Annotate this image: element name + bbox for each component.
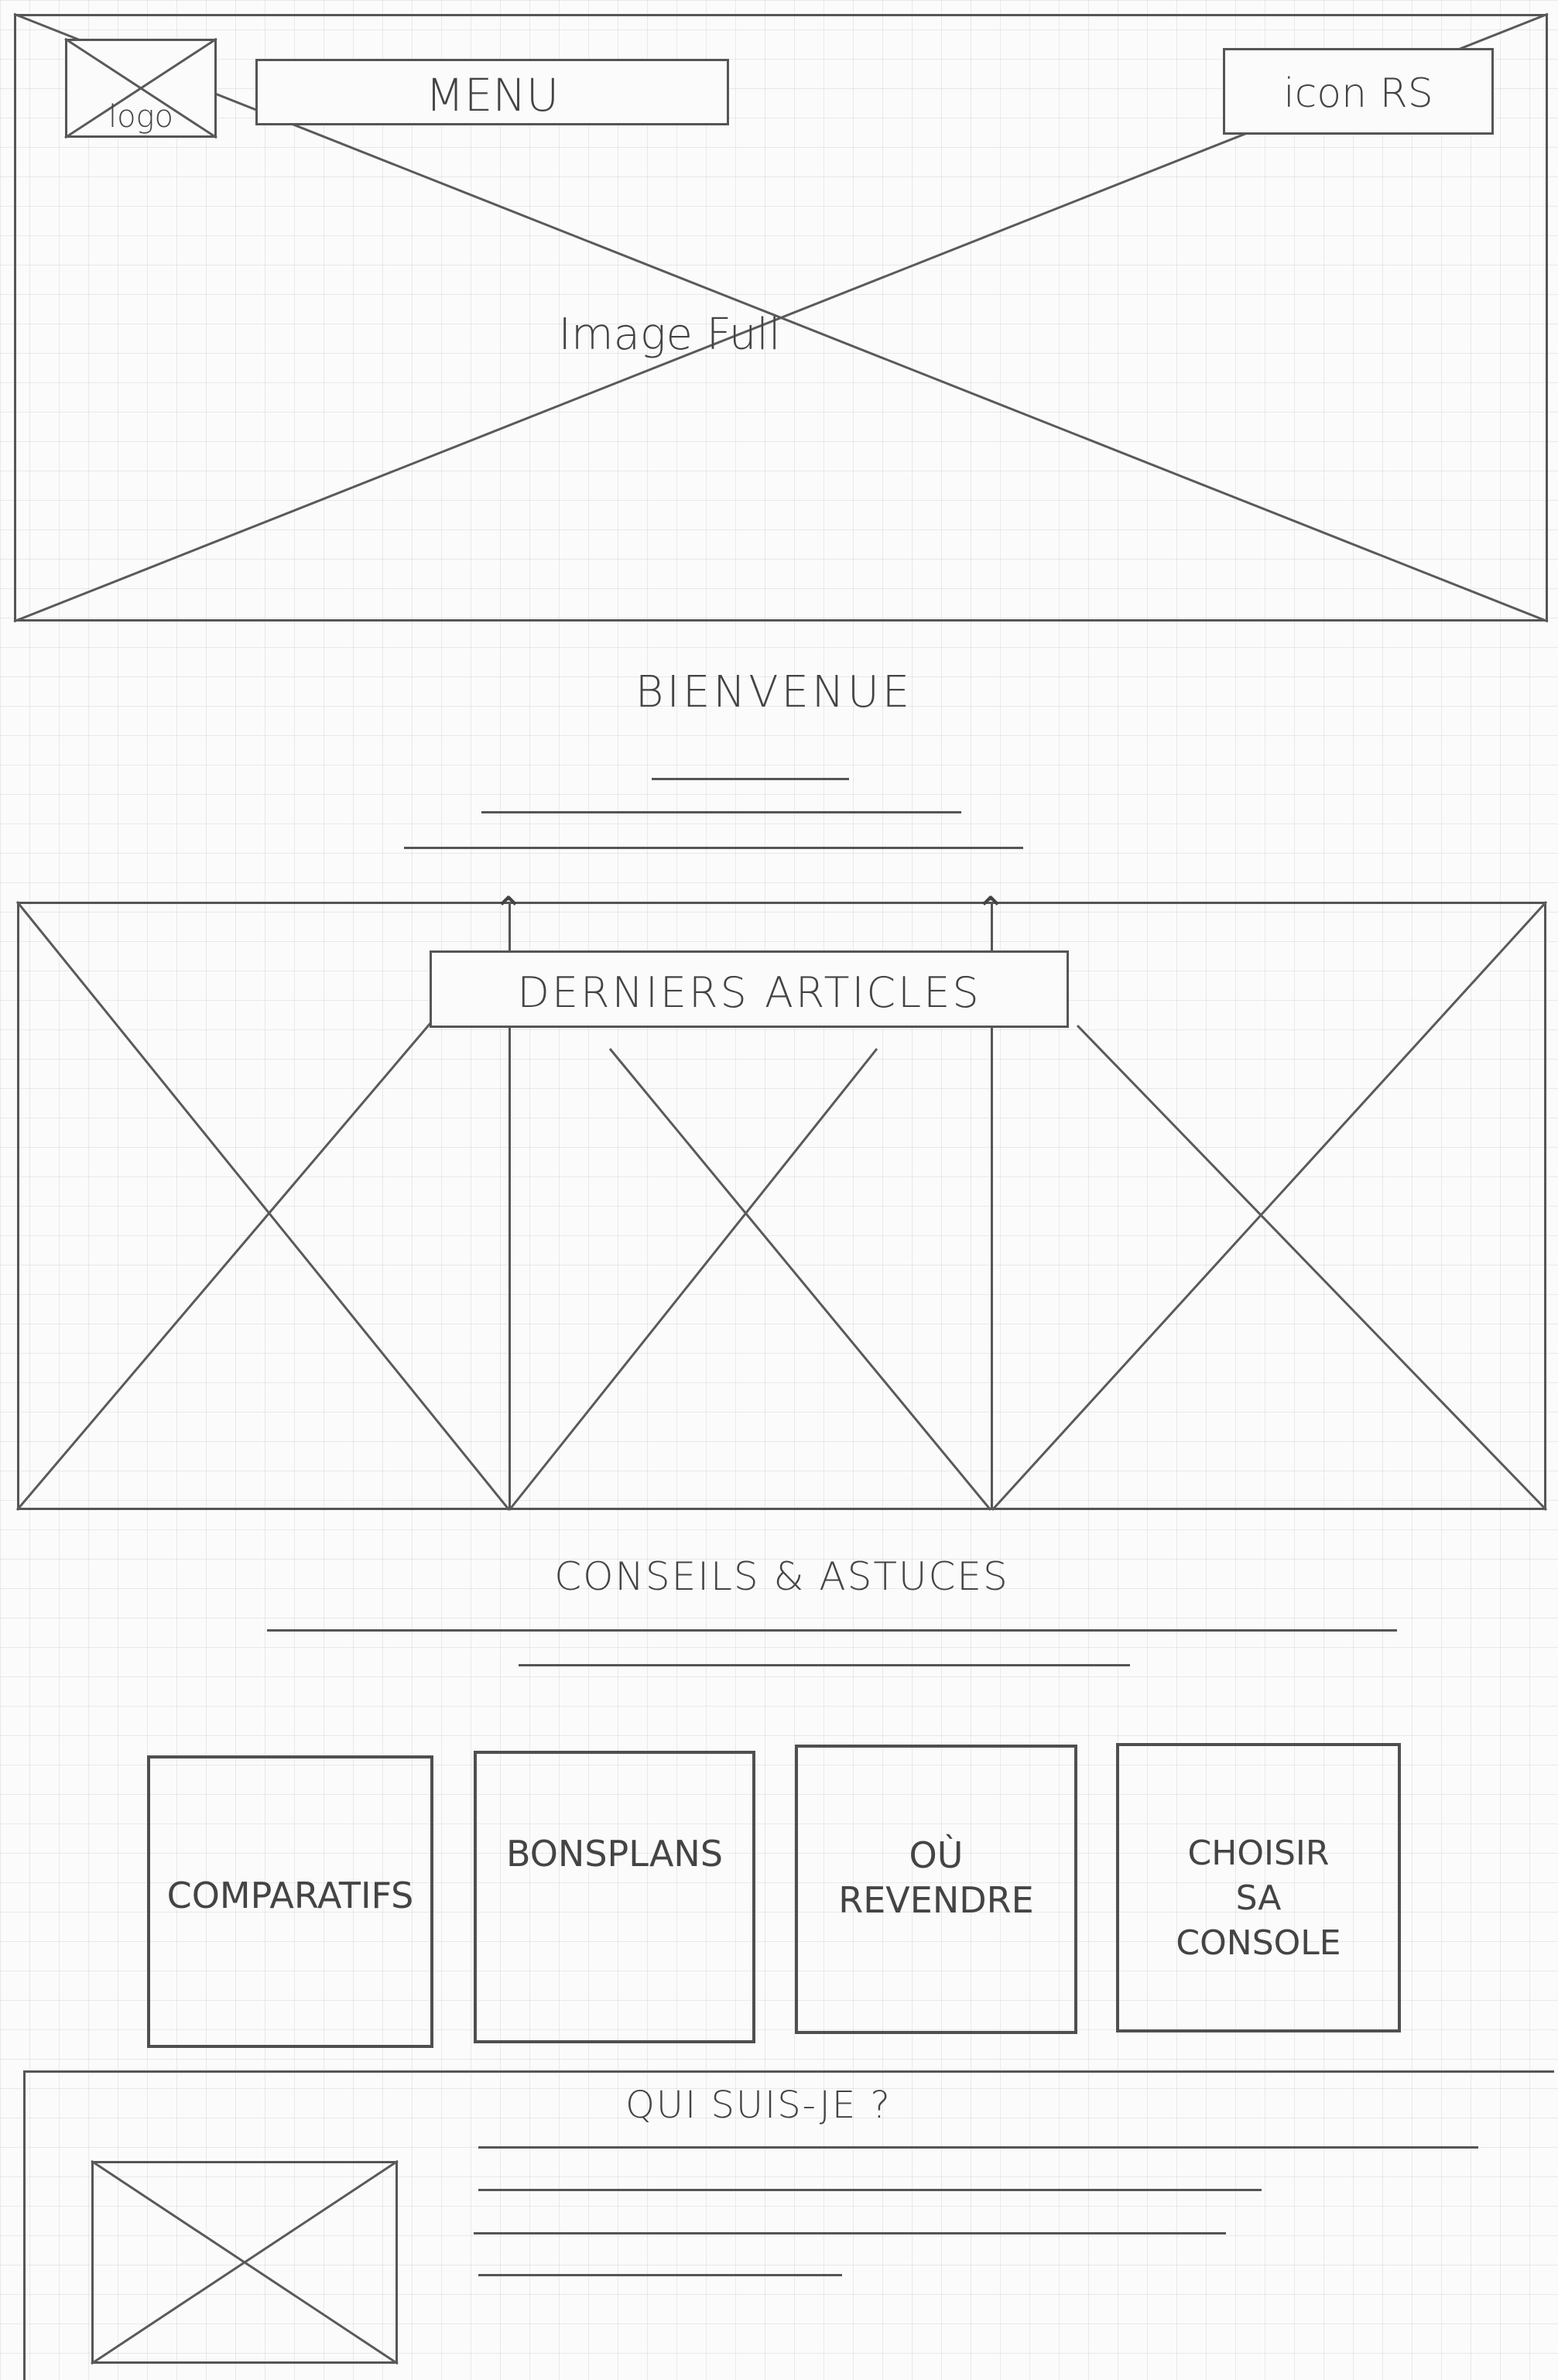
- tips-text-line-2: [519, 1664, 1130, 1666]
- welcome-text-line-1: [652, 778, 849, 780]
- tip-card-label: OÙ REVENDRE: [838, 1834, 1034, 1921]
- tip-card-bons-plans[interactable]: BONSPLANS: [474, 1751, 755, 2043]
- articles-title: DERNIERS ARTICLES: [517, 968, 981, 1017]
- tip-card-comparatifs[interactable]: COMPARATIFS: [147, 1755, 433, 2048]
- about-text-line-3: [474, 2232, 1226, 2234]
- about-text-line-1: [478, 2146, 1478, 2149]
- about-photo-icon: [91, 2159, 399, 2365]
- social-icons[interactable]: icon RS: [1223, 48, 1494, 135]
- article-card-3-image[interactable]: [991, 900, 1548, 1512]
- tip-card-label: CHOISIR SA CONSOLE: [1176, 1834, 1341, 1963]
- about-section-top-border: [23, 2070, 1554, 2073]
- tip-card-choisir-sa-console[interactable]: CHOISIR SA CONSOLE: [1116, 1743, 1401, 2032]
- welcome-text-line-3: [404, 847, 1023, 849]
- about-section-left-border: [23, 2071, 26, 2380]
- menu-button[interactable]: MENU: [255, 59, 729, 125]
- tips-text-line-1: [267, 1629, 1397, 1632]
- articles-title-banner: DERNIERS ARTICLES: [430, 950, 1069, 1028]
- welcome-text-line-2: [481, 811, 961, 813]
- tips-title: CONSEILS & ASTUCES: [554, 1554, 1009, 1599]
- arrow-up-icon: ⌃: [492, 889, 525, 933]
- logo-label: logo: [108, 99, 174, 135]
- about-text-line-2: [478, 2189, 1262, 2191]
- hero-image-label: Image Full: [558, 310, 781, 360]
- tip-card-ou-revendre[interactable]: OÙ REVENDRE: [795, 1745, 1077, 2034]
- arrow-up-icon: ⌃: [974, 889, 1007, 933]
- menu-label: MENU: [425, 69, 560, 122]
- tip-card-label: COMPARATIFS: [166, 1875, 414, 1916]
- social-icons-label: icon RS: [1283, 70, 1433, 117]
- welcome-title: BIENVENUE: [635, 667, 913, 717]
- tip-card-label: BONSPLANS: [505, 1833, 724, 1875]
- about-text-line-4: [478, 2274, 842, 2276]
- about-title: QUI SUIS-JE ?: [625, 2084, 892, 2127]
